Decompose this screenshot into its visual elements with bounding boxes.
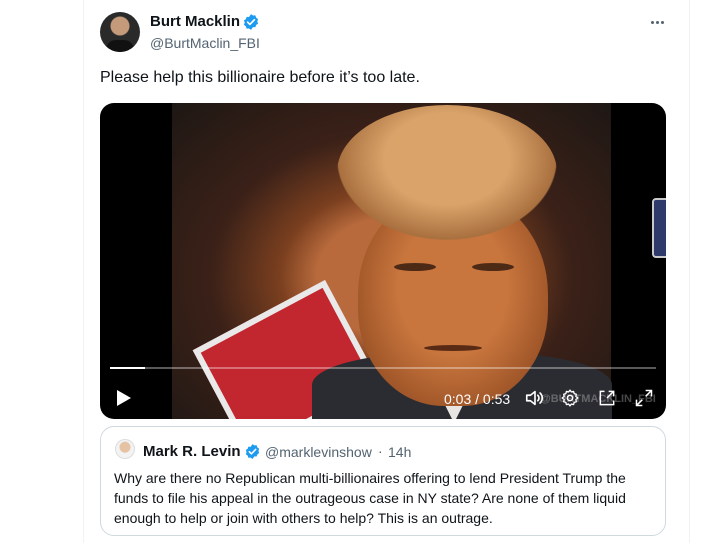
video-frame <box>172 103 666 419</box>
more-icon[interactable] <box>646 12 668 32</box>
quoted-timestamp: 14h <box>388 444 412 460</box>
left-divider <box>83 0 84 543</box>
quoted-tweet-text: Why are there no Republican multi-billio… <box>114 470 626 526</box>
avatar-suit <box>106 40 134 52</box>
video-timecode: 0:03 / 0:53 <box>444 391 511 407</box>
quoted-author-name: Mark R. Levin <box>143 443 241 460</box>
progress-bar[interactable] <box>110 367 656 369</box>
hair-shape <box>337 105 557 240</box>
verified-icon <box>243 14 259 30</box>
video-player[interactable]: @BURTMACKLIN_FBI 0:03 / 0:53 <box>100 103 666 419</box>
quoted-author-handle: @marklevinshow <box>265 444 372 460</box>
phone-shape <box>652 198 666 258</box>
picture-in-picture-icon[interactable] <box>597 388 617 408</box>
right-divider <box>689 0 690 543</box>
volume-icon[interactable] <box>524 387 546 409</box>
quoted-author-avatar <box>115 439 135 459</box>
mouth-shape <box>424 345 482 351</box>
separator-dot: · <box>378 443 383 459</box>
fullscreen-icon[interactable] <box>634 388 654 408</box>
play-icon[interactable] <box>116 389 132 407</box>
quoted-tweet[interactable]: Mark R. Levin @marklevinshow · 14h Why a… <box>100 426 666 536</box>
right-eye <box>472 263 514 271</box>
author-name[interactable]: Burt Macklin <box>150 13 240 30</box>
tweet-text: Please help this billionaire before it’s… <box>100 69 420 86</box>
author-handle[interactable]: @BurtMaclin_FBI <box>150 35 260 51</box>
settings-icon[interactable] <box>560 388 580 408</box>
author-avatar[interactable] <box>100 12 140 52</box>
progress-fill <box>110 367 145 369</box>
verified-icon <box>245 444 260 459</box>
left-eye <box>394 263 436 271</box>
